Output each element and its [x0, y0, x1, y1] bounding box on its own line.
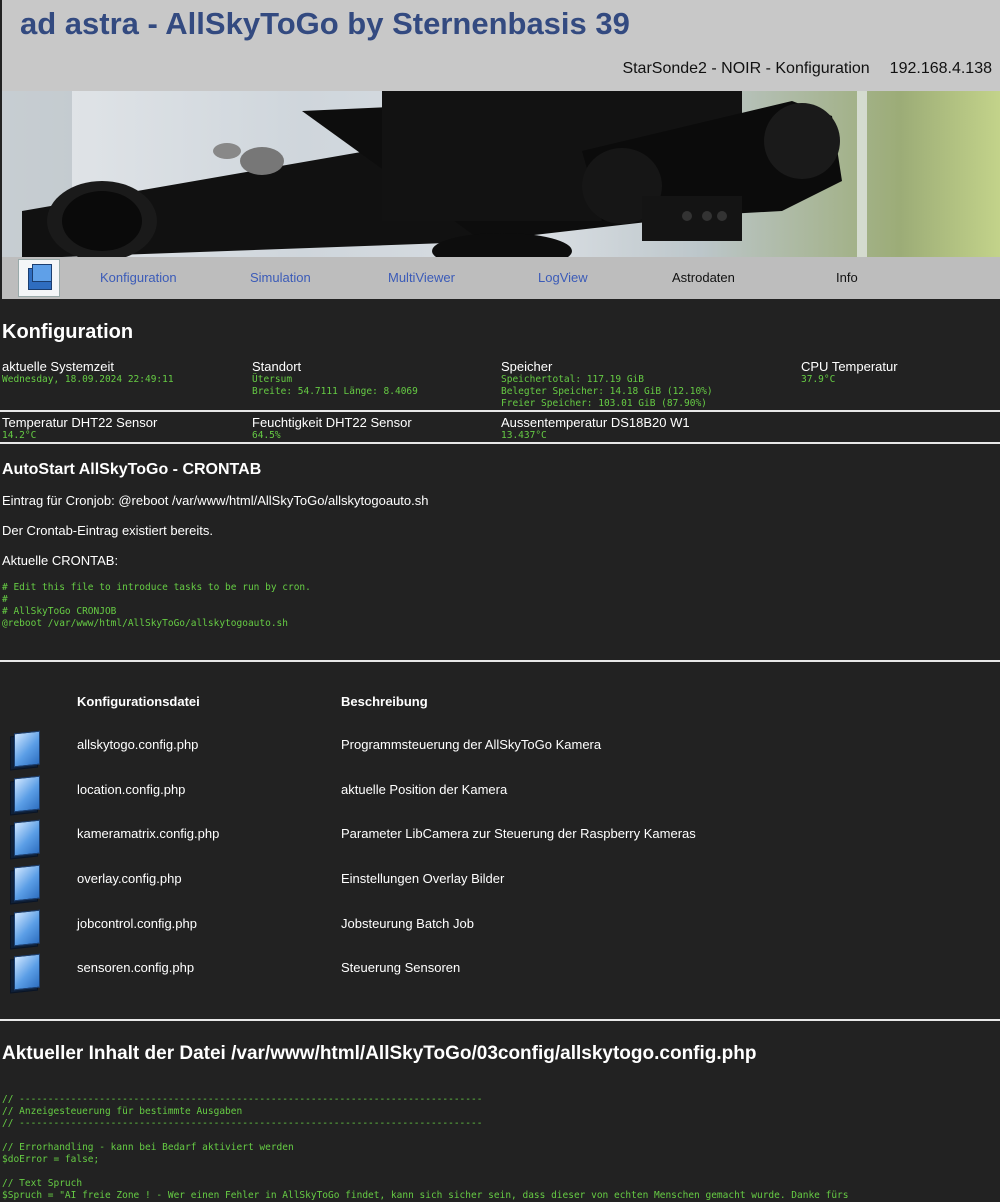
divider	[0, 410, 1000, 412]
nav-item-konfiguration[interactable]: Konfiguration	[100, 270, 177, 285]
nav-item-astrodaten[interactable]: Astrodaten	[672, 270, 735, 285]
config-file-desc: Parameter LibCamera zur Steuerung der Ra…	[341, 826, 696, 841]
system-time-label: aktuelle Systemzeit	[2, 359, 114, 374]
system-time-cell: aktuelle Systemzeit Wednesday, 18.09.202…	[2, 359, 174, 386]
dht-temp-label: Temperatur DHT22 Sensor	[2, 415, 158, 430]
code-line: // Text Spruch	[2, 1178, 83, 1189]
divider	[0, 442, 1000, 444]
crontab-line: # AllSkyToGo CRONJOB	[2, 606, 117, 617]
config-file-desc: Einstellungen Overlay Bilder	[341, 871, 505, 886]
outside-temp-label: Aussentemperatur DS18B20 W1	[501, 415, 690, 430]
code-line: // Anzeigesteuerung für bestimmte Ausgab…	[2, 1106, 243, 1117]
col-header-file: Konfigurationsdatei	[77, 694, 200, 709]
storage-total: Speichertotal: 117.19 GiB	[501, 374, 644, 385]
config-file-desc: Jobsteurung Batch Job	[341, 916, 474, 931]
outside-temp-cell: Aussentemperatur DS18B20 W1 13.437°C	[501, 415, 690, 442]
crontab-line: #	[2, 594, 8, 605]
dht-humidity-label: Feuchtigkeit DHT22 Sensor	[252, 415, 412, 430]
edit-file-icon[interactable]	[8, 819, 40, 860]
file-content: // -------------------------------------…	[2, 1094, 998, 1202]
banner-image	[2, 91, 1000, 257]
storage-free: Freier Speicher: 103.01 GiB (87.90%)	[501, 398, 707, 409]
crontab-line: # Edit this file to introduce tasks to b…	[2, 582, 311, 593]
nav-item-multiviewer[interactable]: MultiViewer	[388, 270, 455, 285]
crontab-line: @reboot /var/www/html/AllSkyToGo/allskyt…	[2, 618, 288, 629]
nav-item-logview[interactable]: LogView	[538, 270, 588, 285]
config-file-desc: aktuelle Position der Kamera	[341, 782, 508, 797]
col-header-desc: Beschreibung	[341, 694, 428, 709]
cpu-temp-cell: CPU Temperatur 37.9°C	[801, 359, 898, 386]
config-file-name: sensoren.config.php	[77, 960, 195, 975]
page-header: ad astra - AllSkyToGo by Sternenbasis 39…	[2, 0, 1000, 91]
code-line: $doError = false;	[2, 1154, 100, 1165]
telescope-illustration	[2, 91, 867, 257]
storage-cell: Speicher Speichertotal: 117.19 GiB Beleg…	[501, 359, 713, 410]
config-file-desc: Steuerung Sensoren	[341, 960, 461, 975]
edit-file-icon[interactable]	[8, 775, 40, 816]
page-title: ad astra - AllSkyToGo by Sternenbasis 39	[20, 6, 630, 41]
table-row[interactable]: location.config.php aktuelle Position de…	[0, 775, 1000, 826]
config-file-name: allskytogo.config.php	[77, 737, 199, 752]
config-file-name: location.config.php	[77, 782, 186, 797]
table-row[interactable]: sensoren.config.php Steuerung Sensoren	[0, 953, 1000, 1004]
config-file-desc: Programmsteuerung der AllSkyToGo Kamera	[341, 737, 602, 752]
config-file-name: jobcontrol.config.php	[77, 916, 197, 931]
app-logo-icon[interactable]	[18, 259, 60, 297]
edit-file-icon[interactable]	[8, 953, 40, 994]
system-time-value: Wednesday, 18.09.2024 22:49:11	[2, 374, 174, 385]
location-label: Standort	[252, 359, 302, 374]
table-row[interactable]: allskytogo.config.php Programmsteuerung …	[0, 730, 1000, 781]
device-name: StarSonde2 - NOIR - Konfiguration	[622, 60, 870, 77]
table-row[interactable]: overlay.config.php Einstellungen Overlay…	[0, 864, 1000, 915]
table-row[interactable]: kameramatrix.config.php Parameter LibCam…	[0, 819, 1000, 870]
code-line: // Errorhandling - kann bei Bedarf aktiv…	[2, 1142, 294, 1153]
edit-file-icon[interactable]	[8, 864, 40, 905]
config-file-name: overlay.config.php	[77, 871, 182, 886]
header-subtitle: StarSonde2 - NOIR - Konfiguration 192.168…	[622, 60, 992, 78]
cpu-temp-value: 37.9°C	[801, 374, 836, 385]
crontab-content: # Edit this file to introduce tasks to b…	[2, 582, 311, 630]
edit-file-icon[interactable]	[8, 909, 40, 950]
dht-humidity-value: 64.5%	[252, 430, 281, 441]
location-value: Ütersum	[252, 374, 293, 385]
crontab-label: Aktuelle CRONTAB:	[2, 553, 119, 568]
config-heading: Konfiguration	[2, 321, 134, 343]
table-row[interactable]: jobcontrol.config.php Jobsteurung Batch …	[0, 909, 1000, 960]
config-file-name: kameramatrix.config.php	[77, 826, 220, 841]
code-line: // -------------------------------------…	[2, 1094, 483, 1105]
storage-label: Speicher	[501, 359, 553, 374]
edit-file-icon[interactable]	[8, 730, 40, 771]
nav-bar: Konfiguration Simulation MultiViewer Log…	[2, 257, 1000, 299]
cron-exists-text: Der Crontab-Eintrag existiert bereits.	[2, 523, 213, 538]
dht-temp-value: 14.2°C	[2, 430, 37, 441]
dht-humidity-cell: Feuchtigkeit DHT22 Sensor 64.5%	[252, 415, 412, 442]
cpu-temp-label: CPU Temperatur	[801, 359, 898, 374]
divider	[0, 1019, 1000, 1021]
code-line: // -------------------------------------…	[2, 1118, 483, 1129]
storage-used: Belegter Speicher: 14.18 GiB (12.10%)	[501, 386, 713, 397]
nav-item-simulation[interactable]: Simulation	[250, 270, 311, 285]
location-coords: Breite: 54.7111 Länge: 8.4069	[252, 386, 418, 397]
outside-temp-value: 13.437°C	[501, 430, 547, 441]
code-line: $Spruch = "AI freie Zone ! - Wer einen F…	[2, 1190, 849, 1201]
cron-entry-text: Eintrag für Cronjob: @reboot /var/www/ht…	[2, 493, 429, 508]
location-cell: Standort Ütersum Breite: 54.7111 Länge: …	[252, 359, 418, 398]
nav-item-info[interactable]: Info	[836, 270, 858, 285]
device-ip: 192.168.4.138	[889, 60, 992, 77]
divider	[0, 660, 1000, 662]
autostart-heading: AutoStart AllSkyToGo - CRONTAB	[2, 461, 262, 478]
file-content-heading: Aktueller Inhalt der Datei /var/www/html…	[2, 1043, 757, 1064]
dht-temp-cell: Temperatur DHT22 Sensor 14.2°C	[2, 415, 157, 442]
